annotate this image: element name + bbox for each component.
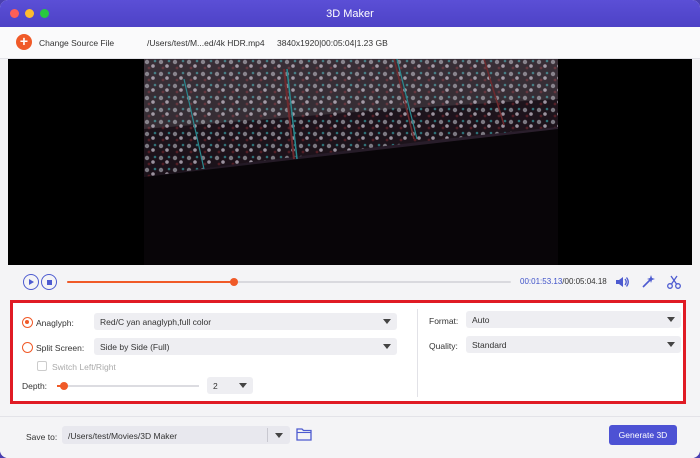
chevron-down-icon xyxy=(667,342,675,347)
save-to-label: Save to: xyxy=(26,432,58,442)
chevron-down-icon xyxy=(239,383,247,388)
current-time: 00:01:53.13 xyxy=(520,277,563,286)
stop-icon xyxy=(46,279,52,285)
save-path-value: /Users/test/Movies/3D Maker xyxy=(68,431,178,441)
magic-wand-icon[interactable] xyxy=(640,274,656,290)
footer-bar: Save to: /Users/test/Movies/3D Maker Gen… xyxy=(0,416,700,458)
quality-select[interactable]: Standard xyxy=(466,336,681,353)
format-select[interactable]: Auto xyxy=(466,311,681,328)
anaglyph-radio[interactable] xyxy=(22,317,33,328)
source-toolbar: + Change Source File /Users/test/M...ed/… xyxy=(0,27,700,59)
timecode: 00:01:53.13/00:05:04.18 xyxy=(520,277,607,286)
split-screen-select[interactable]: Side by Side (Full) xyxy=(94,338,397,355)
title-bar: 3D Maker xyxy=(0,0,700,27)
anaglyph-value: Red/C yan anaglyph,full color xyxy=(100,317,212,327)
depth-label: Depth: xyxy=(22,381,48,391)
depth-slider-handle[interactable] xyxy=(60,382,69,390)
zoom-window-button[interactable] xyxy=(40,9,49,18)
folder-icon[interactable] xyxy=(296,427,312,441)
play-icon xyxy=(29,279,34,285)
chevron-down-icon xyxy=(383,319,391,324)
anaglyph-select[interactable]: Red/C yan anaglyph,full color xyxy=(94,313,397,330)
timeline-handle[interactable] xyxy=(229,278,238,286)
3d-settings-panel: Anaglyph: Red/C yan anaglyph,full color … xyxy=(10,300,686,404)
depth-value: 2 xyxy=(213,381,218,391)
save-path-separator xyxy=(267,428,268,442)
close-window-button[interactable] xyxy=(10,9,19,18)
switch-left-right-checkbox[interactable] xyxy=(37,361,47,371)
video-preview xyxy=(8,59,692,265)
stop-button[interactable] xyxy=(41,274,57,290)
split-screen-label: Split Screen: xyxy=(36,343,85,353)
volume-icon[interactable] xyxy=(614,274,630,290)
split-screen-value: Side by Side (Full) xyxy=(100,342,170,352)
panel-divider xyxy=(417,309,418,397)
anaglyph-label: Anaglyph: xyxy=(36,318,74,328)
quality-label: Quality: xyxy=(429,341,458,351)
source-file-path: /Users/test/M...ed/4k HDR.mp4 xyxy=(147,38,265,48)
quality-value: Standard xyxy=(472,340,507,350)
window-controls xyxy=(10,9,49,18)
switch-left-right-label: Switch Left/Right xyxy=(52,362,116,372)
chevron-down-icon xyxy=(667,317,675,322)
split-screen-radio[interactable] xyxy=(22,342,33,353)
timeline-progress xyxy=(67,281,234,283)
chevron-down-icon xyxy=(383,344,391,349)
format-value: Auto xyxy=(472,315,490,325)
depth-slider[interactable] xyxy=(57,382,199,390)
chevron-down-icon xyxy=(275,433,283,438)
play-button[interactable] xyxy=(23,274,39,290)
depth-select[interactable]: 2 xyxy=(207,377,253,394)
window-title: 3D Maker xyxy=(326,7,374,20)
total-time: /00:05:04.18 xyxy=(562,277,607,286)
add-source-icon[interactable]: + xyxy=(16,34,32,50)
change-source-button[interactable]: Change Source File xyxy=(39,38,114,48)
anaglyph-preview-image xyxy=(144,59,558,265)
generate-3d-button[interactable]: Generate 3D xyxy=(609,425,677,445)
playback-bar: 00:01:53.13/00:05:04.18 xyxy=(8,266,692,298)
source-file-info: 3840x1920|00:05:04|1.23 GB xyxy=(277,38,388,48)
format-label: Format: xyxy=(429,316,459,326)
app-window: 3D Maker + Change Source File /Users/tes… xyxy=(0,0,700,458)
save-path-select[interactable]: /Users/test/Movies/3D Maker xyxy=(62,426,290,444)
video-frame xyxy=(144,59,558,265)
scissors-icon[interactable] xyxy=(666,274,682,290)
minimize-window-button[interactable] xyxy=(25,9,34,18)
playback-timeline[interactable] xyxy=(67,278,511,286)
